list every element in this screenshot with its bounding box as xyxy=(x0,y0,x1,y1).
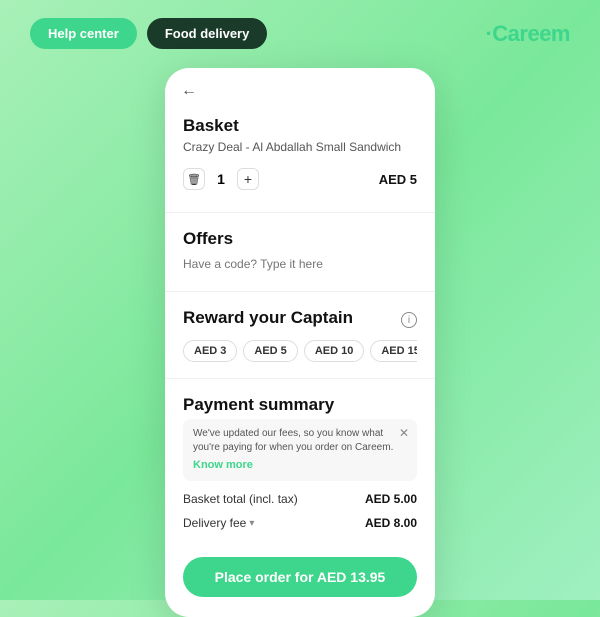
food-delivery-button[interactable]: Food delivery xyxy=(147,18,268,49)
delivery-chevron-icon[interactable]: ▾ xyxy=(249,518,254,529)
info-icon[interactable]: i xyxy=(401,312,417,328)
basket-total-amount: AED 5.00 xyxy=(365,492,417,506)
item-price: AED 5 xyxy=(379,172,417,187)
trash-icon: 🗑 xyxy=(187,173,201,186)
basket-total-row: Basket total (incl. tax) AED 5.00 xyxy=(183,487,417,511)
back-button[interactable]: ← xyxy=(165,68,213,106)
help-center-button[interactable]: Help center xyxy=(30,18,137,49)
offers-title: Offers xyxy=(183,229,417,249)
payment-title: Payment summary xyxy=(183,395,417,415)
reward-chip-10[interactable]: AED 10 xyxy=(304,340,365,362)
delete-button[interactable]: 🗑 xyxy=(183,168,205,190)
qty-increase-button[interactable]: + xyxy=(237,168,259,190)
reward-title: Reward your Captain xyxy=(183,308,353,328)
place-order-button[interactable]: Place order for AED 13.95 xyxy=(183,557,417,597)
phone-card: ← Basket Crazy Deal - Al Abdallah Small … xyxy=(165,68,435,617)
nav-left: Help center Food delivery xyxy=(30,18,267,49)
divider-2 xyxy=(165,291,435,292)
reward-chip-15[interactable]: AED 15 xyxy=(370,340,417,362)
basket-section: Basket Crazy Deal - Al Abdallah Small Sa… xyxy=(165,106,435,206)
qty-value: 1 xyxy=(213,171,229,187)
notice-text: We've updated our fees, so you know what… xyxy=(193,428,393,453)
qty-controls: 🗑 1 + xyxy=(183,168,259,190)
basket-item-name: Crazy Deal - Al Abdallah Small Sandwich xyxy=(183,140,417,154)
basket-title: Basket xyxy=(183,116,417,136)
offers-input[interactable] xyxy=(183,253,417,275)
reward-chip-5[interactable]: AED 5 xyxy=(243,340,297,362)
delivery-fee-label: Delivery fee ▾ xyxy=(183,516,254,530)
reward-header: Reward your Captain i xyxy=(183,308,417,332)
notice-close-button[interactable]: ✕ xyxy=(399,425,409,442)
brand-logo: ·Careem xyxy=(485,21,570,47)
know-more-link[interactable]: Know more xyxy=(193,458,407,473)
reward-chips: AED 3 AED 5 AED 10 AED 15 AE xyxy=(183,340,417,362)
plus-icon: + xyxy=(244,171,252,187)
payment-notice: We've updated our fees, so you know what… xyxy=(183,419,417,481)
divider-3 xyxy=(165,378,435,379)
top-nav: Help center Food delivery ·Careem xyxy=(0,0,600,67)
divider-1 xyxy=(165,212,435,213)
delivery-fee-row: Delivery fee ▾ AED 8.00 xyxy=(183,511,417,535)
reward-section: Reward your Captain i AED 3 AED 5 AED 10… xyxy=(165,298,435,372)
reward-chip-3[interactable]: AED 3 xyxy=(183,340,237,362)
delivery-fee-amount: AED 8.00 xyxy=(365,516,417,530)
offers-section: Offers xyxy=(165,219,435,285)
basket-total-label: Basket total (incl. tax) xyxy=(183,492,298,506)
basket-item-row: 🗑 1 + AED 5 xyxy=(183,162,417,196)
payment-section: Payment summary We've updated our fees, … xyxy=(165,385,435,545)
